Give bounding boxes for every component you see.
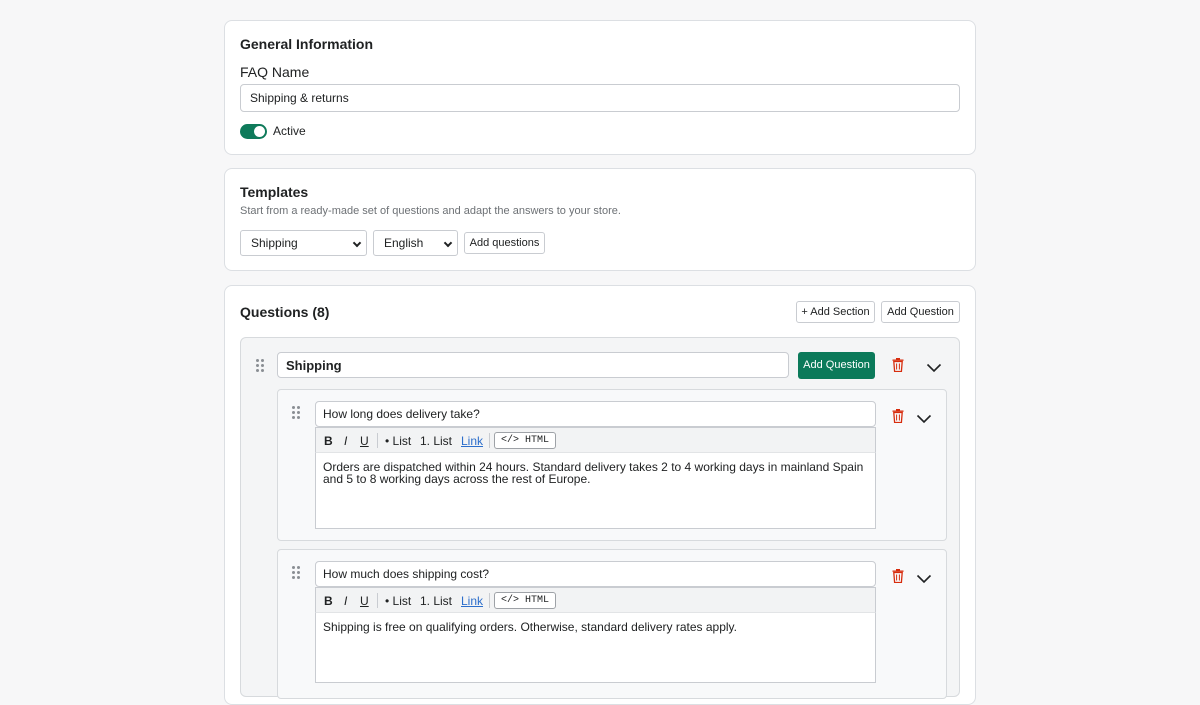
general-information-title: General Information bbox=[240, 36, 374, 52]
chevron-down-icon[interactable] bbox=[916, 574, 932, 584]
italic-button[interactable]: I bbox=[344, 434, 347, 448]
answer-editor[interactable]: Orders are dispatched within 24 hours. S… bbox=[315, 453, 876, 529]
active-toggle[interactable] bbox=[240, 124, 267, 139]
bold-button[interactable]: B bbox=[324, 434, 333, 448]
active-toggle-knob bbox=[254, 126, 265, 137]
underline-button[interactable]: U bbox=[360, 434, 369, 448]
toolbar-divider bbox=[489, 593, 490, 608]
faq-name-label: FAQ Name bbox=[240, 64, 310, 80]
trash-icon[interactable] bbox=[892, 358, 904, 372]
numbered-list-button[interactable]: 1. List bbox=[420, 434, 452, 448]
html-button[interactable]: </> HTML bbox=[494, 432, 557, 449]
trash-icon[interactable] bbox=[892, 409, 904, 423]
chevron-down-icon[interactable] bbox=[926, 363, 942, 373]
language-select-value: English bbox=[384, 236, 424, 250]
link-button[interactable]: Link bbox=[461, 434, 483, 448]
bold-button[interactable]: B bbox=[324, 594, 333, 608]
add-questions-button[interactable]: Add questions bbox=[464, 232, 545, 254]
numbered-list-button[interactable]: 1. List bbox=[420, 594, 452, 608]
toolbar-divider bbox=[377, 593, 378, 608]
templates-description: Start from a ready-made set of questions… bbox=[240, 205, 621, 217]
bullet-list-button[interactable]: • List bbox=[385, 434, 411, 448]
rich-text-toolbar: B I U • List 1. List Link </> HTML bbox=[315, 427, 876, 453]
chevron-down-icon bbox=[443, 238, 453, 248]
faq-name-input[interactable] bbox=[240, 84, 960, 112]
link-button[interactable]: Link bbox=[461, 594, 483, 608]
add-question-button[interactable]: Add Question bbox=[881, 301, 960, 323]
trash-icon[interactable] bbox=[892, 569, 904, 583]
section-add-question-button[interactable]: Add Question bbox=[798, 352, 875, 379]
drag-handle-icon[interactable] bbox=[292, 566, 300, 579]
question-input[interactable] bbox=[315, 561, 876, 587]
toolbar-divider bbox=[489, 433, 490, 448]
rich-text-toolbar: B I U • List 1. List Link </> HTML bbox=[315, 587, 876, 613]
underline-button[interactable]: U bbox=[360, 594, 369, 608]
answer-editor[interactable]: Shipping is free on qualifying orders. O… bbox=[315, 613, 876, 683]
template-select-value: Shipping bbox=[251, 236, 298, 250]
chevron-down-icon bbox=[352, 238, 362, 248]
add-section-button[interactable]: + Add Section bbox=[796, 301, 875, 323]
italic-button[interactable]: I bbox=[344, 594, 347, 608]
template-select[interactable]: Shipping bbox=[240, 230, 367, 256]
drag-handle-icon[interactable] bbox=[256, 359, 264, 372]
language-select[interactable]: English bbox=[373, 230, 458, 256]
html-button[interactable]: </> HTML bbox=[494, 592, 557, 609]
chevron-down-icon[interactable] bbox=[916, 414, 932, 424]
questions-title: Questions (8) bbox=[240, 304, 330, 320]
toolbar-divider bbox=[377, 433, 378, 448]
bullet-list-button[interactable]: • List bbox=[385, 594, 411, 608]
active-label: Active bbox=[273, 124, 306, 138]
question-input[interactable] bbox=[315, 401, 876, 427]
section-name-input[interactable] bbox=[277, 352, 789, 378]
templates-title: Templates bbox=[240, 184, 309, 200]
drag-handle-icon[interactable] bbox=[292, 406, 300, 419]
